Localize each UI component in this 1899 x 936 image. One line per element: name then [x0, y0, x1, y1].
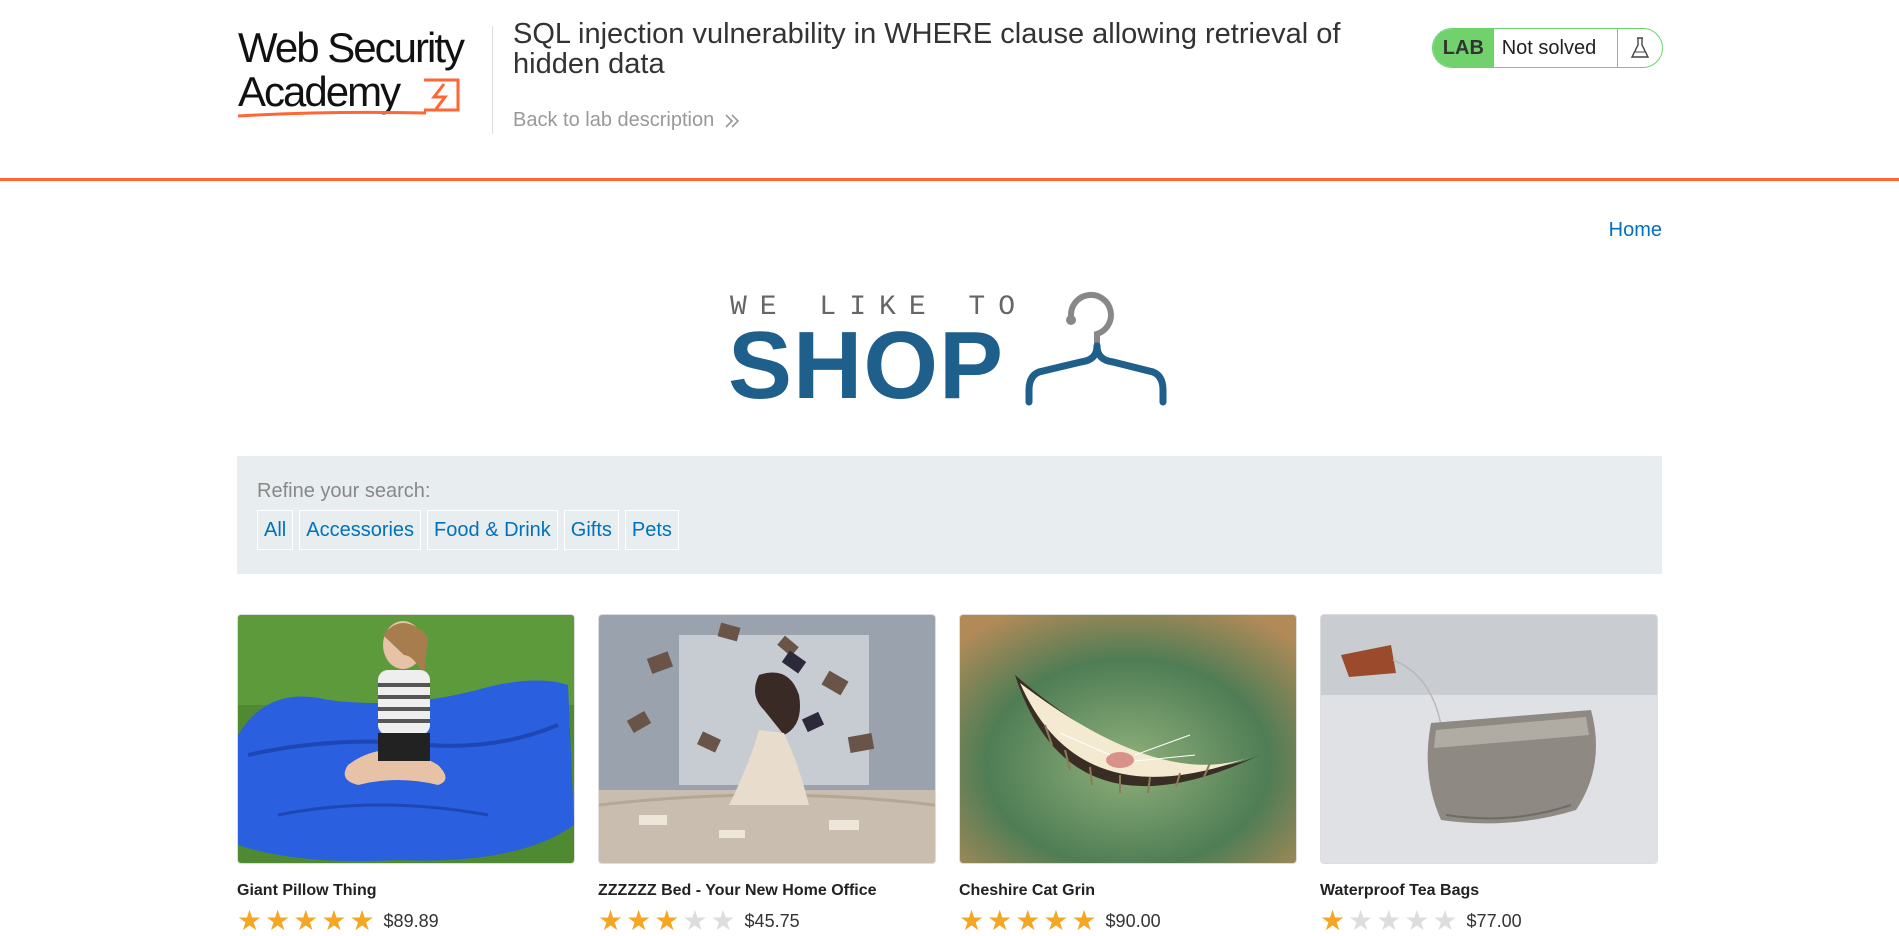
product-price: $45.75 — [744, 910, 800, 931]
lab-status-text: Not solved — [1501, 36, 1597, 59]
clothes-hanger-icon — [1025, 291, 1167, 406]
lab-tag: LAB — [1433, 29, 1494, 67]
back-to-lab-description-link[interactable]: Back to lab description — [513, 109, 740, 132]
home-link[interactable]: Home — [1609, 219, 1662, 242]
lab-status-widget: LAB Not solved — [1432, 28, 1663, 68]
web-security-academy-logo[interactable]: Web Security Academy — [238, 24, 488, 120]
filter-label: Refine your search: — [257, 480, 431, 502]
star-icon: ★ — [321, 905, 347, 936]
star-icon: ★ — [626, 905, 652, 936]
we-like-to-shop-logo: WE LIKE TO SHOP — [728, 290, 1173, 415]
product-image-zzzzzz-bed[interactable] — [598, 614, 936, 864]
product-name[interactable]: ZZZZZZ Bed - Your New Home Office — [598, 882, 877, 900]
category-filter-accessories[interactable]: Accessories — [299, 510, 422, 550]
product-card[interactable]: ZZZZZZ Bed - Your New Home Office ★ ★ ★ … — [598, 614, 936, 935]
back-link-label: Back to lab description — [513, 109, 715, 131]
star-icon: ★ — [1348, 905, 1374, 936]
product-rating: ★ ★ ★ ★ ★ $45.75 — [598, 907, 800, 935]
category-filter-food-drink[interactable]: Food & Drink — [427, 510, 558, 550]
star-icon: ★ — [265, 905, 291, 936]
product-price: $89.89 — [383, 910, 439, 931]
product-image-giant-pillow[interactable] — [237, 614, 575, 864]
category-filter-all[interactable]: All — [257, 510, 294, 550]
product-name[interactable]: Cheshire Cat Grin — [959, 882, 1095, 900]
star-icon: ★ — [598, 905, 624, 936]
search-filter-panel: Refine your search: All Accessories Food… — [237, 456, 1662, 574]
product-price: $77.00 — [1466, 910, 1522, 931]
product-price: $90.00 — [1105, 910, 1161, 931]
star-icon: ★ — [1071, 905, 1097, 936]
category-filter-pets[interactable]: Pets — [624, 510, 679, 550]
star-icon: ★ — [293, 905, 319, 936]
product-card[interactable]: Waterproof Tea Bags ★ ★ ★ ★ ★ $77.00 — [1320, 614, 1658, 935]
star-icon: ★ — [654, 905, 680, 936]
star-icon: ★ — [710, 905, 736, 936]
product-card[interactable]: Giant Pillow Thing ★ ★ ★ ★ ★ $89.89 — [237, 614, 575, 935]
product-grid: Giant Pillow Thing ★ ★ ★ ★ ★ $89.89 ZZZZ… — [237, 614, 1662, 935]
page: Web Security Academy SQL injection vulne… — [0, 0, 1899, 935]
category-filter-gifts[interactable]: Gifts — [563, 510, 619, 550]
star-icon: ★ — [1432, 905, 1458, 936]
product-name[interactable]: Giant Pillow Thing — [237, 882, 377, 900]
flask-icon — [1617, 29, 1662, 67]
product-rating: ★ ★ ★ ★ ★ $90.00 — [959, 907, 1161, 935]
star-icon: ★ — [1376, 905, 1402, 936]
product-image-waterproof-tea-bags[interactable] — [1320, 614, 1658, 864]
star-icon: ★ — [1404, 905, 1430, 936]
header-divider — [492, 26, 493, 134]
star-icon: ★ — [1015, 905, 1041, 936]
star-icon: ★ — [987, 905, 1013, 936]
logo-lightning-icon — [238, 78, 460, 118]
double-chevron-right-icon — [725, 113, 740, 128]
lab-header: Web Security Academy SQL injection vulne… — [0, 0, 1899, 181]
product-name[interactable]: Waterproof Tea Bags — [1320, 882, 1479, 900]
shop-logo-wordmark: SHOP — [728, 312, 1005, 419]
product-rating: ★ ★ ★ ★ ★ $89.89 — [237, 907, 439, 935]
lab-title: SQL injection vulnerability in WHERE cla… — [513, 18, 1341, 80]
product-image-cheshire-cat-grin[interactable] — [959, 614, 1297, 864]
product-card[interactable]: Cheshire Cat Grin ★ ★ ★ ★ ★ $90.00 — [959, 614, 1297, 935]
category-filter-list: All Accessories Food & Drink Gifts Pets — [257, 510, 679, 550]
star-icon: ★ — [959, 905, 985, 936]
product-rating: ★ ★ ★ ★ ★ $77.00 — [1320, 907, 1522, 935]
star-icon: ★ — [1320, 905, 1346, 936]
star-icon: ★ — [237, 905, 263, 936]
star-icon: ★ — [682, 905, 708, 936]
star-icon: ★ — [349, 905, 375, 936]
star-icon: ★ — [1043, 905, 1069, 936]
